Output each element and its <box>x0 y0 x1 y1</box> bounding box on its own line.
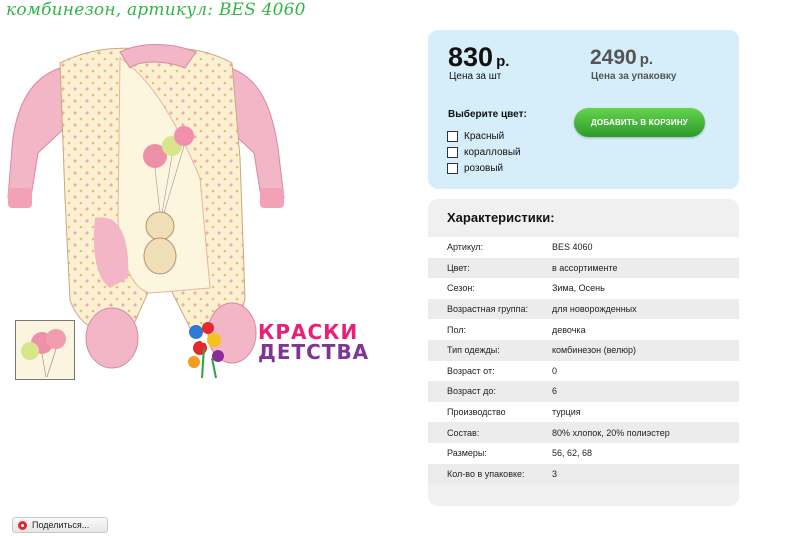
spec-value: для новорожденных <box>552 304 637 315</box>
product-thumbnail[interactable] <box>15 320 75 380</box>
share-label: Поделиться... <box>32 520 90 530</box>
spec-key: Артикул: <box>447 242 484 253</box>
characteristics-panel: Характеристики: Артикул: BES 4060 Цвет: в … <box>428 199 739 506</box>
add-to-cart-button[interactable]: ДОБАВИТЬ В КОРЗИНУ <box>574 108 705 137</box>
logo-line-2: ДЕТСТВА <box>258 340 370 364</box>
spec-row-composition: Состав: 80% хлопок, 20% полиэстер <box>428 422 739 443</box>
kraski-detstva-logo: КРАСКИ ДЕТСТВА <box>258 322 369 362</box>
spec-value: турция <box>552 407 581 418</box>
unit-price: 830 р. <box>448 42 509 73</box>
color-option-red[interactable]: Красный <box>447 131 504 142</box>
spec-row-production: Производство турция <box>428 401 739 423</box>
characteristics-title: Характеристики: <box>447 210 555 225</box>
color-option-label: розовый <box>464 163 504 174</box>
logo-line-1: КРАСКИ <box>258 320 359 344</box>
spec-value: Зима, Осень <box>552 283 605 294</box>
spec-value: BES 4060 <box>552 242 593 253</box>
price-panel: 830 р. Цена за шт 2490 р. Цена за упаковку… <box>428 30 739 189</box>
page-title: комбинезон, артикул: BES 4060 <box>6 0 306 20</box>
spec-row-article: Артикул: BES 4060 <box>428 237 739 258</box>
share-button[interactable]: Поделиться... <box>12 517 108 533</box>
unit-price-label: Цена за шт <box>449 71 502 82</box>
spec-value: девочка <box>552 324 586 335</box>
unit-price-currency: р. <box>496 53 510 70</box>
spec-row-color: Цвет: в ассортименте <box>428 257 739 279</box>
color-checkbox-red[interactable] <box>447 131 458 142</box>
spec-key: Производство <box>447 407 506 418</box>
spec-value: 6 <box>552 386 558 397</box>
color-select-label: Выберите цвет: <box>448 109 527 120</box>
color-option-label: коралловый <box>464 147 521 158</box>
spec-key: Состав: <box>447 427 480 438</box>
unit-price-value: 830 <box>448 42 494 72</box>
spec-key: Пол: <box>447 324 467 335</box>
spec-value: 3 <box>552 468 558 479</box>
spec-key: Размеры: <box>447 448 487 459</box>
spec-value: 0 <box>552 365 558 376</box>
spec-key: Кол-во в упаковке: <box>447 468 525 479</box>
spec-row-pack-count: Кол-во в упаковке: 3 <box>428 463 739 485</box>
pack-price: 2490 р. <box>590 46 653 70</box>
spec-key: Цвет: <box>447 262 470 273</box>
spec-row-age-to: Возраст до: 6 <box>428 381 739 402</box>
spec-key: Сезон: <box>447 283 475 294</box>
spec-value: 80% хлопок, 20% полиэстер <box>552 427 670 438</box>
spec-row-age-group: Возрастная группа: для новорожденных <box>428 298 739 320</box>
color-option-pink[interactable]: розовый <box>447 163 503 174</box>
color-checkbox-pink[interactable] <box>447 163 458 174</box>
spec-value: в ассортименте <box>552 262 618 273</box>
color-option-coral[interactable]: коралловый <box>447 147 521 158</box>
spec-row-age-from: Возраст от: 0 <box>428 360 739 382</box>
spec-row-season: Сезон: Зима, Осень <box>428 278 739 299</box>
characteristics-table: Артикул: BES 4060 Цвет: в ассортименте Сез… <box>428 237 739 485</box>
spec-value: комбинезон (велюр) <box>552 345 636 356</box>
pack-price-currency: р. <box>639 51 654 68</box>
pack-price-label: Цена за упаковку <box>591 71 677 82</box>
spec-row-sizes: Размеры: 56, 62, 68 <box>428 442 739 464</box>
color-option-label: Красный <box>464 131 505 142</box>
spec-row-gender: Пол: девочка <box>428 319 739 340</box>
pack-price-value: 2490 <box>590 46 637 69</box>
spec-value: 56, 62, 68 <box>552 448 593 459</box>
color-checkbox-coral[interactable] <box>447 147 458 158</box>
spec-key: Возраст до: <box>447 386 496 397</box>
spec-row-clothing-type: Тип одежды: комбинезон (велюр) <box>428 339 739 361</box>
spec-key: Возраст от: <box>447 365 495 376</box>
spec-key: Тип одежды: <box>447 345 500 356</box>
spec-key: Возрастная группа: <box>447 304 528 315</box>
share-icon <box>18 520 27 530</box>
